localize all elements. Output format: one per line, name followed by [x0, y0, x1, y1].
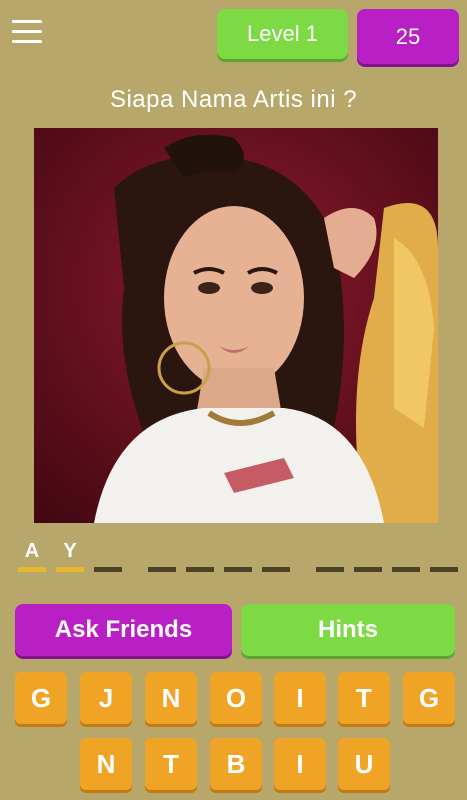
answer-slot[interactable]: [430, 540, 458, 576]
letter-key[interactable]: G: [403, 672, 455, 724]
coins-counter[interactable]: 25: [357, 9, 459, 64]
artist-portrait-image: [34, 128, 438, 523]
hints-button[interactable]: Hints: [241, 604, 455, 656]
ask-friends-button[interactable]: Ask Friends: [15, 604, 232, 656]
menu-icon[interactable]: [12, 20, 42, 48]
letter-key[interactable]: N: [80, 738, 132, 790]
answer-slot[interactable]: [224, 540, 252, 576]
level-button[interactable]: Level 1: [217, 9, 348, 59]
answer-slot[interactable]: [186, 540, 214, 576]
letter-key[interactable]: I: [274, 672, 326, 724]
letter-key[interactable]: N: [145, 672, 197, 724]
answer-slot[interactable]: [262, 540, 290, 576]
answer-slot[interactable]: [316, 540, 344, 576]
letter-key[interactable]: I: [274, 738, 326, 790]
answer-slot[interactable]: Y: [56, 540, 84, 576]
letter-key[interactable]: B: [210, 738, 262, 790]
letter-key[interactable]: T: [145, 738, 197, 790]
answer-slots: A Y: [0, 540, 467, 580]
answer-slot[interactable]: [148, 540, 176, 576]
letter-key[interactable]: T: [338, 672, 390, 724]
answer-slot[interactable]: A: [18, 540, 46, 576]
answer-slot[interactable]: [354, 540, 382, 576]
letter-key[interactable]: O: [210, 672, 262, 724]
letter-key[interactable]: J: [80, 672, 132, 724]
letter-key[interactable]: U: [338, 738, 390, 790]
question-text: Siapa Nama Artis ini ?: [109, 86, 358, 113]
answer-slot[interactable]: [392, 540, 420, 576]
artist-photo: [34, 128, 438, 523]
answer-slot[interactable]: [94, 540, 122, 576]
letter-key[interactable]: G: [15, 672, 67, 724]
